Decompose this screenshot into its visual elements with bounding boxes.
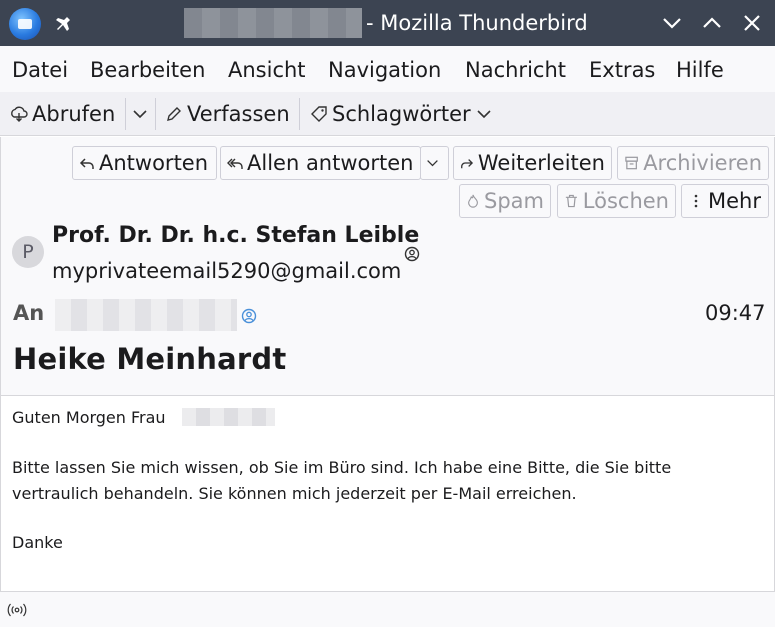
delete-button[interactable]: Löschen <box>557 184 676 218</box>
forward-button[interactable]: Weiterleiten <box>453 146 612 180</box>
get-messages-dropdown[interactable] <box>131 98 153 130</box>
sender-name[interactable]: Prof. Dr. Dr. h.c. Stefan Leible <box>52 223 419 248</box>
reply-all-label: Allen antworten <box>247 151 414 175</box>
window-title: - Mozilla Thunderbird <box>366 11 588 35</box>
body-line-2: vertraulich behandeln. Sie können mich j… <box>12 484 577 503</box>
contact-icon[interactable] <box>241 308 257 324</box>
reply-icon <box>79 158 94 169</box>
toolbar-separator <box>125 98 126 130</box>
pin-icon[interactable] <box>55 10 77 36</box>
thunderbird-logo-icon <box>9 8 41 40</box>
spam-label: Spam <box>484 189 544 213</box>
get-messages-label: Abrufen <box>32 102 116 126</box>
flame-icon <box>468 194 478 208</box>
window-titlebar: - Mozilla Thunderbird <box>0 0 775 46</box>
menu-message[interactable]: Nachricht <box>465 56 566 84</box>
reply-button[interactable]: Antworten <box>72 146 217 180</box>
status-bar <box>0 591 775 627</box>
to-label: An <box>13 301 45 325</box>
pencil-icon <box>167 107 181 121</box>
menu-view[interactable]: Ansicht <box>228 56 306 84</box>
spam-button[interactable]: Spam <box>459 184 551 218</box>
toolbar-separator <box>155 98 156 130</box>
forward-icon <box>461 159 474 169</box>
more-label: Mehr <box>708 189 761 213</box>
archive-button[interactable]: Archivieren <box>617 146 769 180</box>
message-time: 09:47 <box>705 301 766 325</box>
body-salutation: Guten Morgen Frau <box>12 408 166 427</box>
reply-all-icon <box>227 158 243 169</box>
tags-label: Schlagwörter <box>332 102 471 126</box>
tags-button[interactable]: Schlagwörter <box>310 98 493 130</box>
cloud-download-icon <box>11 106 28 122</box>
redacted-recipient <box>55 299 237 331</box>
reply-all-button[interactable]: Allen antworten <box>220 146 421 180</box>
contact-icon[interactable] <box>404 246 420 262</box>
tag-icon <box>311 106 327 122</box>
chevron-down-icon <box>477 110 491 119</box>
menu-bar: Datei Bearbeiten Ansicht Navigation Nach… <box>0 46 775 92</box>
compose-label: Verfassen <box>187 102 290 126</box>
online-status-icon[interactable] <box>7 603 27 617</box>
menu-help[interactable]: Hilfe <box>676 56 724 84</box>
minimize-icon[interactable] <box>657 8 687 38</box>
chevron-down-icon <box>133 110 147 119</box>
avatar: P <box>12 236 44 268</box>
message-body: Guten Morgen Frau Bitte lassen Sie mich … <box>0 395 775 591</box>
maximize-icon[interactable] <box>697 8 727 38</box>
redacted-subject <box>184 8 362 38</box>
chevron-down-icon <box>427 160 438 167</box>
sender-email[interactable]: myprivateemail5290@gmail.com <box>52 259 401 283</box>
reply-all-dropdown[interactable] <box>420 146 449 180</box>
body-closing: Danke <box>12 533 63 552</box>
compose-button[interactable]: Verfassen <box>165 98 290 130</box>
menu-edit[interactable]: Bearbeiten <box>90 56 205 84</box>
message-subject: Heike Meinhardt <box>13 342 287 376</box>
trash-icon <box>565 194 577 208</box>
archive-label: Archivieren <box>643 151 762 175</box>
archive-icon <box>625 156 638 170</box>
menu-file[interactable]: Datei <box>12 56 68 84</box>
reply-label: Antworten <box>99 151 209 175</box>
redacted-name <box>182 408 275 426</box>
close-icon[interactable] <box>737 8 767 38</box>
more-icon <box>694 194 698 208</box>
delete-label: Löschen <box>582 189 669 213</box>
main-toolbar: Abrufen Verfassen Schlagwörter <box>0 92 775 136</box>
forward-label: Weiterleiten <box>477 151 605 175</box>
body-line-1: Bitte lassen Sie mich wissen, ob Sie im … <box>12 458 672 477</box>
menu-tools[interactable]: Extras <box>589 56 655 84</box>
get-messages-button[interactable]: Abrufen <box>10 98 115 130</box>
menu-navigation[interactable]: Navigation <box>328 56 441 84</box>
message-header: Antworten Allen antworten Weiterleiten A… <box>0 137 775 395</box>
more-button[interactable]: Mehr <box>681 184 769 218</box>
toolbar-separator <box>299 98 300 130</box>
